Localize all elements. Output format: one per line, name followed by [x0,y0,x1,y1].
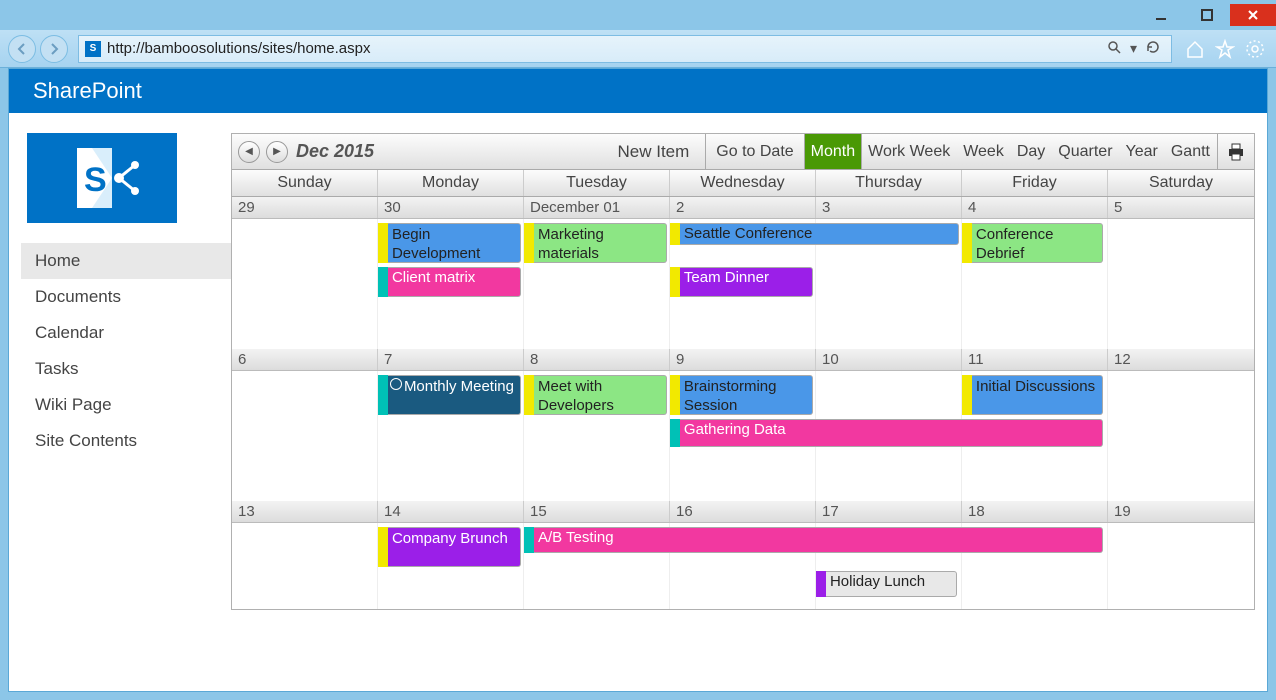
event-seattle-conference[interactable]: Seattle Conference [670,223,959,245]
day-header: Sunday Monday Tuesday Wednesday Thursday… [232,170,1254,197]
date-cell[interactable]: 2 [670,197,816,218]
event-holiday-lunch[interactable]: Holiday Lunch [816,571,957,597]
day-mon: Monday [378,170,524,196]
new-item-button[interactable]: New Item [601,142,705,162]
favorites-icon[interactable] [1212,36,1238,62]
sharepoint-bar: SharePoint [9,69,1267,113]
day-thu: Thursday [816,170,962,196]
date-cell[interactable]: 11 [962,349,1108,370]
date-cell[interactable]: 14 [378,501,524,522]
view-work-week[interactable]: Work Week [862,134,957,169]
event-team-dinner[interactable]: Team Dinner [670,267,813,297]
event-monthly-meeting[interactable]: Monthly Meeting [378,375,521,415]
event-begin-development[interactable]: Begin Development [378,223,521,263]
settings-icon[interactable] [1242,36,1268,62]
page: SharePoint S Home Documents Calendar Tas… [8,68,1268,692]
view-month[interactable]: Month [805,134,862,169]
nav-item-documents[interactable]: Documents [21,279,231,315]
sharepoint-logo: S [27,133,177,223]
week-body: Begin Development Marketing materials Se… [232,219,1254,349]
search-icon[interactable] [1102,39,1126,58]
site-icon: S [85,41,101,57]
close-button[interactable] [1230,4,1276,26]
recurrence-icon [390,378,402,390]
event-company-brunch[interactable]: Company Brunch [378,527,521,567]
minimize-button[interactable] [1138,4,1184,26]
event-meet-with-developers[interactable]: Meet with Developers [524,375,667,415]
refresh-icon[interactable] [1141,39,1165,58]
go-to-date-button[interactable]: Go to Date [706,134,804,169]
date-cell[interactable]: 15 [524,501,670,522]
date-cell[interactable]: 6 [232,349,378,370]
forward-button[interactable] [40,35,68,63]
date-cell[interactable]: 13 [232,501,378,522]
view-week[interactable]: Week [957,134,1011,169]
date-cell[interactable]: 3 [816,197,962,218]
back-button[interactable] [8,35,36,63]
url-text: http://bamboosolutions/sites/home.aspx [107,40,1102,57]
nav-item-calendar[interactable]: Calendar [21,315,231,351]
calendar-toolbar: ◀ ▶ Dec 2015 New Item Go to Date Month W… [232,134,1254,170]
day-sun: Sunday [232,170,378,196]
view-quarter[interactable]: Quarter [1052,134,1119,169]
week-dates: 29 30 December 01 2 3 4 5 [232,197,1254,219]
week-dates: 13 14 15 16 17 18 19 [232,501,1254,523]
nav-item-tasks[interactable]: Tasks [21,351,231,387]
sidebar: S Home Documents Calendar Tasks Wiki Pag… [21,133,231,610]
next-period-button[interactable]: ▶ [266,141,288,163]
event-gathering-data[interactable]: Gathering Data [670,419,1103,447]
date-cell[interactable]: 9 [670,349,816,370]
view-gantt[interactable]: Gantt [1165,134,1217,169]
event-client-matrix[interactable]: Client matrix [378,267,521,297]
svg-text:S: S [84,161,107,199]
day-fri: Friday [962,170,1108,196]
brand-label: SharePoint [33,78,142,104]
week-dates: 6 7 8 9 10 11 12 [232,349,1254,371]
window-titlebar [0,0,1276,30]
date-cell[interactable]: 8 [524,349,670,370]
date-cell[interactable]: December 01 [524,197,670,218]
day-wed: Wednesday [670,170,816,196]
address-bar[interactable]: S http://bamboosolutions/sites/home.aspx… [78,35,1172,63]
dropdown-icon[interactable]: ▾ [1126,40,1141,57]
date-cell[interactable]: 12 [1108,349,1254,370]
nav-item-home[interactable]: Home [21,243,231,279]
print-icon[interactable] [1217,134,1254,169]
event-conference-debrief[interactable]: Conference Debrief [962,223,1103,263]
calendar: ◀ ▶ Dec 2015 New Item Go to Date Month W… [231,133,1255,610]
maximize-button[interactable] [1184,4,1230,26]
date-cell[interactable]: 16 [670,501,816,522]
view-tabs: Go to Date Month Work Week Week Day Quar… [705,134,1254,169]
event-brainstorming-session[interactable]: Brainstorming Session [670,375,813,415]
view-day[interactable]: Day [1011,134,1052,169]
date-cell[interactable]: 4 [962,197,1108,218]
date-cell[interactable]: 30 [378,197,524,218]
period-label: Dec 2015 [288,141,374,162]
event-ab-testing[interactable]: A/B Testing [524,527,1103,553]
nav-item-site-contents[interactable]: Site Contents [21,423,231,459]
date-cell[interactable]: 19 [1108,501,1254,522]
nav-item-wiki[interactable]: Wiki Page [21,387,231,423]
day-sat: Saturday [1108,170,1254,196]
date-cell[interactable]: 29 [232,197,378,218]
date-cell[interactable]: 18 [962,501,1108,522]
view-year[interactable]: Year [1120,134,1165,169]
week-body: Company Brunch A/B Testing Holiday Lunch [232,523,1254,609]
date-cell[interactable]: 17 [816,501,962,522]
nav-list: Home Documents Calendar Tasks Wiki Page … [21,243,231,459]
week-body: Monthly Meeting Meet with Developers Bra… [232,371,1254,501]
date-cell[interactable]: 10 [816,349,962,370]
browser-chrome: S http://bamboosolutions/sites/home.aspx… [0,30,1276,68]
date-cell[interactable]: 5 [1108,197,1254,218]
prev-period-button[interactable]: ◀ [238,141,260,163]
home-icon[interactable] [1182,36,1208,62]
event-marketing-materials[interactable]: Marketing materials [524,223,667,263]
day-tue: Tuesday [524,170,670,196]
date-cell[interactable]: 7 [378,349,524,370]
event-initial-discussions[interactable]: Initial Discussions [962,375,1103,415]
